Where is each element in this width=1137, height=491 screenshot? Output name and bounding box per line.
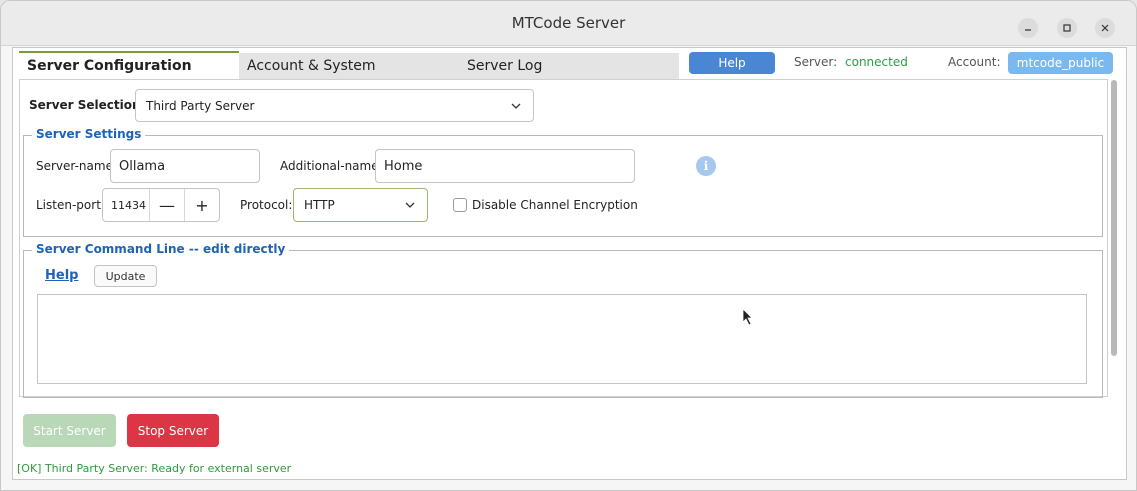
- tab-server-configuration[interactable]: Server Configuration: [19, 51, 239, 79]
- disable-encryption-checkbox[interactable]: [453, 198, 467, 212]
- tab-server-log[interactable]: Server Log: [459, 53, 679, 79]
- server-selection-label: Server Selection:: [29, 98, 146, 112]
- server-selection-dropdown[interactable]: Third Party Server: [135, 89, 534, 122]
- app-window: MTCode Server Server Configuration Accou…: [0, 0, 1137, 491]
- server-name-input[interactable]: Ollama: [110, 149, 260, 183]
- mouse-cursor-icon: [742, 308, 753, 326]
- server-status-label: Server:: [794, 55, 838, 69]
- close-icon: [1101, 24, 1109, 32]
- server-settings-title: Server Settings: [32, 127, 146, 141]
- listen-port-stepper: 11434 — +: [102, 188, 220, 222]
- command-line-help-link[interactable]: Help: [45, 268, 78, 283]
- server-selection-value: Third Party Server: [146, 98, 255, 113]
- title-bar: MTCode Server: [1, 1, 1136, 46]
- disable-encryption-label: Disable Channel Encryption: [472, 198, 638, 212]
- listen-port-label: Listen-port:: [36, 198, 105, 212]
- minimize-button[interactable]: [1018, 18, 1038, 38]
- additional-name-label: Additional-name:: [280, 159, 383, 173]
- minimize-icon: [1025, 29, 1031, 31]
- tab-account-system[interactable]: Account & System: [239, 53, 459, 79]
- chevron-down-icon: [405, 202, 415, 208]
- info-icon[interactable]: i: [696, 156, 716, 176]
- server-status-value: connected: [845, 55, 908, 69]
- port-increment-button[interactable]: +: [185, 189, 219, 221]
- command-line-group: Server Command Line -- edit directly Hel…: [23, 242, 1103, 398]
- window-title: MTCode Server: [511, 14, 626, 32]
- command-line-title: Server Command Line -- edit directly: [32, 242, 290, 256]
- additional-name-input[interactable]: Home: [375, 149, 635, 183]
- protocol-label: Protocol:: [240, 198, 293, 212]
- protocol-dropdown[interactable]: HTTP: [293, 188, 428, 222]
- maximize-button[interactable]: [1057, 18, 1077, 38]
- server-configuration-panel: Server Selection: Third Party Server Ser…: [19, 79, 1108, 398]
- start-server-button[interactable]: Start Server: [23, 414, 116, 447]
- main-content: Server Configuration Account & System Se…: [12, 47, 1127, 480]
- stop-server-button[interactable]: Stop Server: [127, 414, 219, 447]
- maximize-icon: [1063, 24, 1071, 32]
- chevron-down-icon: [511, 103, 521, 109]
- update-button[interactable]: Update: [94, 265, 157, 287]
- listen-port-value[interactable]: 11434: [103, 189, 150, 221]
- server-settings-group: Server Settings Server-name: Ollama Addi…: [23, 127, 1103, 237]
- close-button[interactable]: [1095, 18, 1115, 38]
- port-decrement-button[interactable]: —: [150, 189, 185, 221]
- panel-scrollbar[interactable]: [1111, 80, 1117, 356]
- account-button[interactable]: mtcode_public: [1008, 52, 1113, 74]
- account-label: Account:: [948, 55, 1001, 69]
- command-line-textarea[interactable]: [37, 294, 1087, 384]
- server-name-label: Server-name:: [36, 159, 117, 173]
- protocol-value: HTTP: [304, 198, 335, 212]
- status-message: [OK] Third Party Server: Ready for exter…: [17, 462, 292, 475]
- help-button[interactable]: Help: [689, 52, 775, 74]
